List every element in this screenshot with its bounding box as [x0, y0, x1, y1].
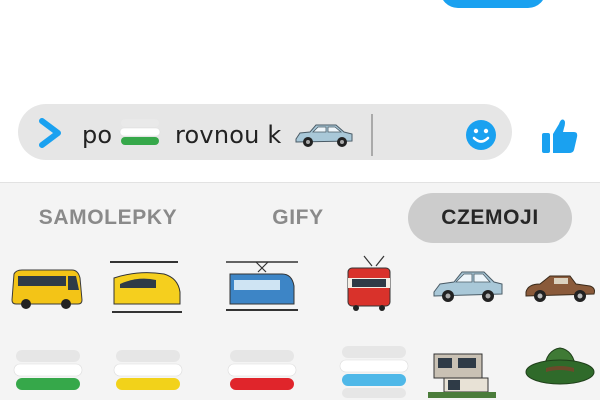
thumbs-up-icon[interactable]	[539, 115, 581, 157]
emoji-smiley-icon[interactable]	[465, 119, 497, 151]
expand-chevron-icon[interactable]	[36, 117, 66, 149]
car-icon[interactable]	[428, 262, 508, 326]
message-text-after: rovnou k	[175, 121, 282, 149]
tab-czemoji[interactable]: CZEMOJI	[408, 193, 572, 243]
tab-gify[interactable]: GIFY	[238, 193, 358, 243]
chat-screen: po rovnou k SAMOLEPKY GIFY CZEMOJI	[0, 0, 600, 400]
text-cursor	[371, 114, 373, 156]
yellow-stripes-icon[interactable]	[108, 344, 188, 400]
modern-house-icon[interactable]	[424, 340, 504, 400]
bus-icon[interactable]	[6, 258, 86, 322]
blue-stripes-icon[interactable]	[334, 344, 414, 400]
red-stripes-icon[interactable]	[222, 344, 302, 400]
vintage-car-icon[interactable]	[520, 262, 600, 326]
regional-train-icon[interactable]	[222, 256, 302, 320]
green-hat-icon[interactable]	[520, 338, 600, 400]
car-sticker	[295, 124, 353, 147]
sent-message-bubble[interactable]	[440, 0, 546, 8]
tram-icon[interactable]	[334, 252, 414, 316]
czech-flag-stripes-sticker	[119, 119, 161, 145]
green-stripes-icon[interactable]	[8, 344, 88, 400]
tab-samolepky[interactable]: SAMOLEPKY	[24, 193, 192, 243]
high-speed-train-icon[interactable]	[108, 256, 188, 320]
message-text-before: po	[82, 121, 113, 149]
